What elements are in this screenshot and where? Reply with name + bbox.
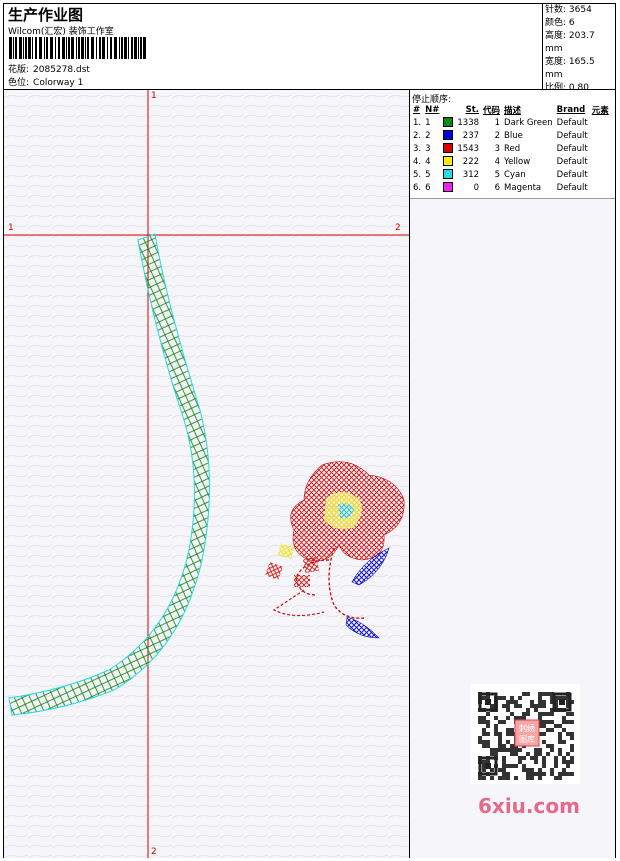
col-header: [441, 103, 455, 116]
brand: Default: [556, 156, 588, 167]
brand: Default: [556, 169, 588, 180]
col-header: 描述: [504, 105, 522, 116]
table-row: 3. 3 1543 3 Red Default: [411, 142, 611, 155]
col-header: St.: [465, 104, 480, 115]
color-swatch: [441, 168, 455, 181]
embroidery-preview: [4, 90, 409, 858]
element: [590, 129, 611, 142]
col-header: #: [413, 104, 421, 115]
row-number: 4.: [413, 156, 422, 167]
axis-label-right: 2: [395, 223, 401, 233]
color-swatch: [441, 181, 455, 194]
axis-label-left: 1: [8, 223, 14, 233]
svg-text:刺绣: 刺绣: [519, 723, 535, 733]
needle-number: 6: [425, 182, 431, 193]
brand: Default: [556, 182, 588, 193]
color-code: 4: [494, 156, 501, 167]
color-swatch-box: [443, 169, 454, 180]
needle-number: 2: [425, 130, 431, 141]
design-height: 高度: 203.7 mm: [545, 31, 595, 54]
element: [590, 116, 611, 129]
col-header: N#: [425, 104, 440, 115]
element: [590, 155, 611, 168]
svg-text:图库: 图库: [519, 734, 535, 744]
stitch-count: 237: [462, 130, 480, 141]
design-file-value: 2085278.dst: [33, 65, 90, 75]
table-row: 6. 6 0 6 Magenta Default: [411, 181, 611, 194]
color-swatch-box: [443, 117, 454, 128]
table-row: 2. 2 237 2 Blue Default: [411, 129, 611, 142]
brand: Default: [556, 143, 588, 154]
col-header: Brand: [556, 104, 586, 115]
barcode: [9, 37, 146, 59]
header: 生产作业图 Wilcom(汇宏) 装饰工作室 花版: 2085278.dst 色位…: [4, 4, 615, 93]
color-description: Yellow: [504, 156, 531, 167]
needle-number: 5: [425, 169, 431, 180]
design-canvas: 1 2 1 2: [4, 90, 410, 858]
color-swatch-box: [443, 182, 454, 193]
element: [590, 168, 611, 181]
stats-box: 针数: 3654 颜色: 6 高度: 203.7 mm 宽度: 165.5 mm…: [542, 4, 615, 93]
table-row: 1. 1 1338 1 Dark Green Default: [411, 116, 611, 129]
design-width: 宽度: 165.5 mm: [545, 57, 595, 80]
stitch-count: 1338: [457, 117, 480, 128]
qr-code-image: 刺绣 图库: [470, 684, 580, 784]
color-description: Cyan: [504, 169, 526, 180]
qr-code: 刺绣 图库: [470, 684, 580, 784]
element: [590, 181, 611, 194]
color-code: 6: [494, 182, 501, 193]
axis-label-top: 1: [151, 91, 157, 101]
color-code: 3: [494, 143, 501, 154]
col-header: 元素: [591, 105, 609, 116]
design-file-line: 花版: 2085278.dst: [8, 62, 90, 75]
stitch-count: 222: [462, 156, 480, 167]
colorway-line: 色位: Colorway 1: [8, 75, 83, 88]
row-number: 6.: [413, 182, 422, 193]
colorway-value: Colorway 1: [33, 78, 84, 88]
color-swatch-box: [443, 156, 454, 167]
element: [590, 142, 611, 155]
color-swatch-box: [443, 130, 454, 141]
stop-sequence-table: # N# St. 代码 描述 Brand 元素 1. 1 1338 1 Dark Gre…: [411, 103, 611, 194]
stitch-count: 针数: 3654: [545, 5, 592, 15]
color-code: 5: [494, 169, 501, 180]
color-description: Red: [504, 143, 521, 154]
color-code: 2: [494, 130, 501, 141]
table-row: 4. 4 222 4 Yellow Default: [411, 155, 611, 168]
row-number: 1.: [413, 117, 422, 128]
color-count: 颜色: 6: [545, 18, 575, 28]
needle-number: 1: [425, 117, 431, 128]
needle-number: 3: [425, 143, 431, 154]
axis-label-bottom: 2: [151, 847, 157, 857]
row-number: 2.: [413, 130, 422, 141]
color-swatch-box: [443, 143, 454, 154]
brand: Default: [556, 117, 588, 128]
color-swatch: [441, 129, 455, 142]
table-row: 5. 5 312 5 Cyan Default: [411, 168, 611, 181]
color-swatch: [441, 142, 455, 155]
color-description: Blue: [504, 130, 523, 141]
design-file-label: 花版:: [8, 65, 30, 75]
needle-number: 4: [425, 156, 431, 167]
color-description: Dark Green: [504, 117, 553, 128]
page-title: 生产作业图: [8, 6, 84, 24]
production-sheet: 生产作业图 Wilcom(汇宏) 装饰工作室 花版: 2085278.dst 色位…: [3, 3, 616, 858]
color-description: Magenta: [504, 182, 542, 193]
company-name: Wilcom(汇宏) 装饰工作室: [8, 27, 114, 37]
stitch-count: 312: [462, 169, 480, 180]
table-header-row: # N# St. 代码 描述 Brand 元素: [411, 103, 611, 116]
stop-sequence: 停止顺序: # N# St. 代码 描述 Brand 元素 1. 1 1338 1 Da…: [410, 90, 615, 199]
stitch-count: 0: [473, 182, 480, 193]
color-swatch: [441, 116, 455, 129]
col-header: 代码: [483, 105, 501, 116]
color-swatch: [441, 155, 455, 168]
color-code: 1: [494, 117, 501, 128]
colorway-label: 色位:: [8, 78, 30, 88]
brand: Default: [556, 130, 588, 141]
row-number: 5.: [413, 169, 422, 180]
watermark-logo: 6xiu.com: [478, 794, 580, 818]
stitch-count: 1543: [457, 143, 480, 154]
row-number: 3.: [413, 143, 422, 154]
